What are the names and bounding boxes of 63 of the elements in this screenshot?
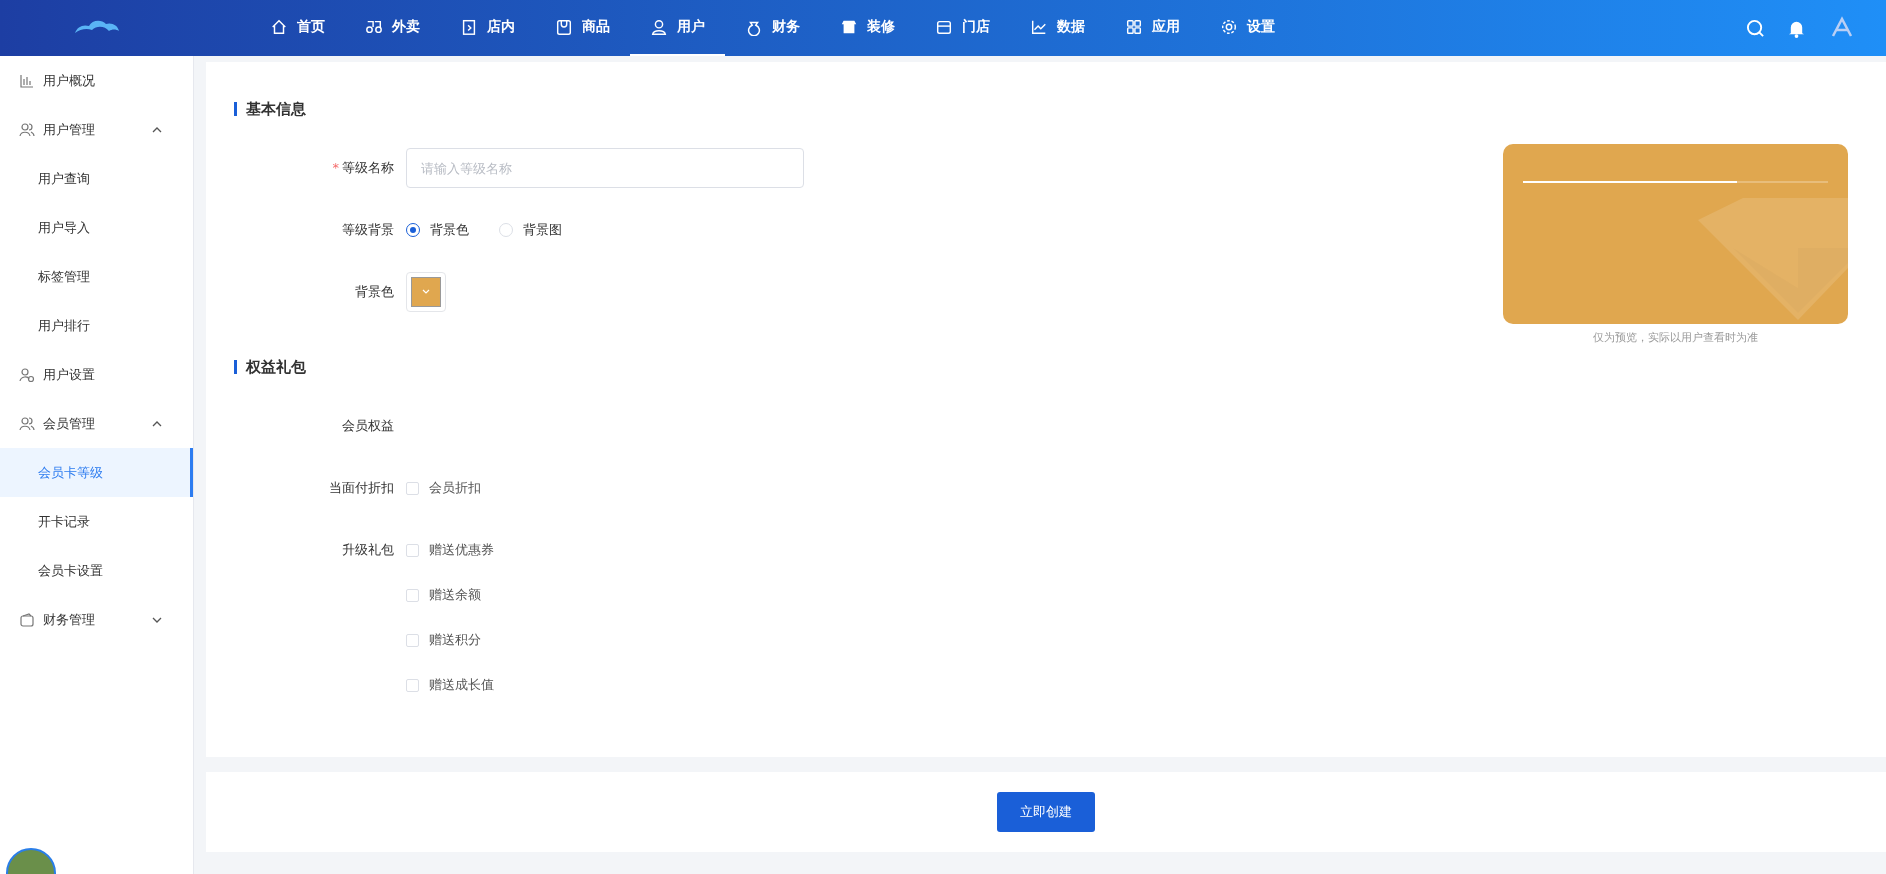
radio-option[interactable]: 背景图	[499, 210, 562, 250]
field-label: 升级礼包	[341, 541, 394, 559]
nav-tab[interactable]: 数据	[1010, 0, 1105, 56]
field-label: 等级名称	[342, 160, 394, 175]
create-button[interactable]: 立即创建	[997, 792, 1095, 832]
wallet-icon	[19, 611, 35, 628]
sidebar-item[interactable]: 用户概况	[0, 56, 193, 105]
nav-tab[interactable]: 外卖	[345, 0, 440, 56]
color-picker[interactable]	[406, 272, 446, 312]
sidebar-item[interactable]: 用户排行	[0, 301, 193, 350]
line-chart-icon	[1030, 18, 1048, 36]
field-label: 会员权益	[341, 417, 394, 435]
sidebar-item[interactable]: 会员卡等级	[0, 448, 193, 497]
home-icon	[270, 18, 288, 36]
input-field[interactable]: 请输入等级名称	[406, 148, 804, 188]
nav-tab[interactable]: 门店	[915, 0, 1010, 56]
grid-icon	[1125, 18, 1143, 36]
nav-tab[interactable]: 首页	[250, 0, 345, 56]
nav-tab[interactable]: 装修	[820, 0, 915, 56]
field-label: 背景色	[354, 283, 394, 301]
sidebar-item[interactable]: 用户导入	[0, 203, 193, 252]
nav-tab[interactable]: 设置	[1200, 0, 1295, 56]
scooter-icon	[365, 18, 383, 36]
checkbox[interactable]	[406, 678, 419, 692]
search-icon[interactable]	[1746, 18, 1765, 38]
sidebar-group[interactable]: 用户管理	[0, 105, 193, 154]
required-mark: *	[332, 160, 339, 175]
checkbox-label[interactable]: 赠送余额	[429, 586, 481, 604]
section-title: 基本信息	[246, 99, 306, 119]
sidebar-item[interactable]: 会员卡设置	[0, 546, 193, 595]
users-icon	[19, 415, 35, 432]
preview-note: 仅为预览，实际以用户查看时为准	[1593, 330, 1758, 345]
settings-icon	[1220, 18, 1238, 36]
nav-tab[interactable]: 财务	[725, 0, 820, 56]
sidebar-group[interactable]: 财务管理	[0, 595, 193, 644]
storefront-icon	[840, 18, 858, 36]
user-icon	[650, 18, 668, 36]
field-label: 等级背景	[341, 221, 394, 239]
user-gear-icon	[19, 366, 35, 383]
door-icon	[460, 18, 478, 36]
bag-icon	[555, 18, 573, 36]
sidebar-group[interactable]: 会员管理	[0, 399, 193, 448]
sidebar-item[interactable]: 标签管理	[0, 252, 193, 301]
nav-tab[interactable]: 用户	[630, 0, 725, 56]
checkbox-label[interactable]: 会员折扣	[429, 479, 481, 497]
field-label: 当面付折扣	[328, 479, 394, 497]
checkbox[interactable]	[406, 543, 419, 557]
nav-tab[interactable]: 应用	[1105, 0, 1200, 56]
checkbox[interactable]	[406, 481, 419, 495]
checkbox-label[interactable]: 赠送成长值	[429, 676, 494, 694]
sidebar-item[interactable]: 用户设置	[0, 350, 193, 399]
nav-tab[interactable]: 店内	[440, 0, 535, 56]
checkbox[interactable]	[406, 633, 419, 647]
section-title: 权益礼包	[246, 357, 306, 377]
radio-option[interactable]: 背景色	[406, 210, 469, 250]
users-icon	[19, 121, 35, 138]
checkbox[interactable]	[406, 588, 419, 602]
nav-tab[interactable]: 商品	[535, 0, 630, 56]
sidebar-item[interactable]: 用户查询	[0, 154, 193, 203]
sidebar-item[interactable]: 开卡记录	[0, 497, 193, 546]
checkbox-label[interactable]: 赠送优惠券	[429, 541, 494, 559]
bar-chart-icon	[19, 72, 35, 89]
checkbox-label[interactable]: 赠送积分	[429, 631, 481, 649]
